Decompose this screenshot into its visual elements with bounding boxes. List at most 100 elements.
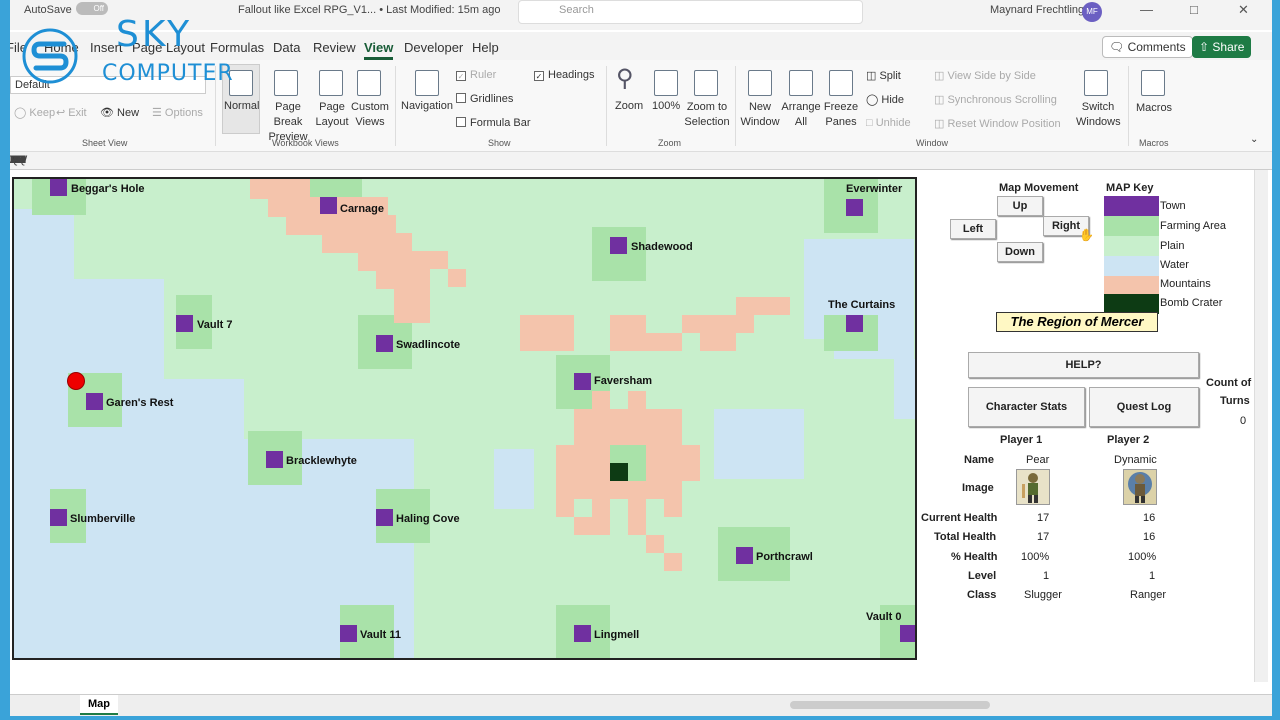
- town-marker[interactable]: [610, 237, 627, 254]
- terrain-tile: [286, 215, 396, 235]
- player2-class: Ranger: [1130, 589, 1167, 601]
- move-left-button[interactable]: Left: [950, 219, 996, 239]
- town-marker[interactable]: [376, 335, 393, 352]
- key-label-mountains: Mountains: [1160, 278, 1211, 290]
- arrange-all-label[interactable]: Arrange All: [781, 100, 821, 130]
- menu-help[interactable]: Help: [472, 40, 499, 55]
- move-up-button[interactable]: Up: [997, 196, 1043, 216]
- town-label: Faversham: [594, 375, 653, 387]
- terrain-tile: [714, 409, 804, 479]
- hand-cursor-icon: ✋: [1079, 228, 1094, 242]
- town-label: Carnage: [340, 203, 385, 215]
- navigation-label[interactable]: Navigation: [401, 100, 453, 112]
- switch-windows-icon[interactable]: [1084, 70, 1108, 96]
- town-marker[interactable]: [176, 315, 193, 332]
- town-marker[interactable]: [846, 315, 863, 332]
- terrain-tile: [376, 269, 430, 289]
- autosave-toggle[interactable]: Off: [72, 2, 108, 15]
- row-label-class: Class: [967, 589, 997, 601]
- town-marker[interactable]: [574, 625, 591, 642]
- vertical-scrollbar[interactable]: [1254, 170, 1268, 682]
- town-marker[interactable]: [50, 509, 67, 526]
- ruler-checkbox[interactable]: ✓ Ruler: [456, 69, 496, 81]
- town-marker[interactable]: [574, 373, 591, 390]
- town-marker[interactable]: [340, 625, 357, 642]
- synchronous-scrolling-button[interactable]: ◫ Synchronous Scrolling: [934, 93, 1057, 106]
- gridlines-checkbox[interactable]: Gridlines: [456, 93, 513, 105]
- menu-developer[interactable]: Developer: [404, 40, 463, 55]
- macros-icon[interactable]: [1141, 70, 1165, 96]
- key-swatch-farming: [1104, 216, 1159, 236]
- horizontal-scrollbar[interactable]: [790, 701, 990, 709]
- options-button[interactable]: ☰ Options: [152, 106, 203, 119]
- town-marker[interactable]: [86, 393, 103, 410]
- town-marker[interactable]: [846, 199, 863, 216]
- new-window-icon[interactable]: [748, 70, 772, 96]
- formula-bar-checkbox[interactable]: Formula Bar: [456, 117, 531, 129]
- player1-header: Player 1: [1000, 434, 1043, 446]
- share-button[interactable]: ⇧ Share: [1192, 36, 1252, 58]
- split-button[interactable]: ◫ Split: [866, 69, 901, 82]
- town-marker[interactable]: [320, 197, 337, 214]
- collapse-ribbon-icon[interactable]: ⌄: [1250, 134, 1258, 145]
- move-down-button[interactable]: Down: [997, 242, 1043, 262]
- player1-portrait: [1016, 469, 1050, 505]
- avatar[interactable]: MF: [1082, 2, 1102, 22]
- navigation-icon[interactable]: [415, 70, 439, 96]
- zoom-100-icon[interactable]: [654, 70, 678, 96]
- sheet-tab-map[interactable]: Map: [80, 695, 118, 715]
- zoom-100-label[interactable]: 100%: [652, 100, 680, 112]
- restore-icon[interactable]: □: [1190, 2, 1198, 17]
- zoom-selection-label[interactable]: Zoom to Selection: [684, 100, 730, 130]
- reset-window-button[interactable]: ◫ Reset Window Position: [934, 117, 1061, 130]
- freeze-panes-label[interactable]: Freeze Panes: [822, 100, 860, 130]
- zoom-label[interactable]: Zoom: [615, 100, 643, 112]
- town-marker[interactable]: [900, 625, 915, 642]
- custom-views-icon[interactable]: [357, 70, 381, 96]
- group-label-workbook-views: Workbook Views: [272, 138, 339, 148]
- terrain-tile: [664, 553, 682, 571]
- town-marker[interactable]: [50, 179, 67, 196]
- keep-button[interactable]: ◯ Keep: [14, 106, 55, 119]
- menu-view[interactable]: View: [364, 40, 394, 60]
- headings-checkbox[interactable]: ✓ Headings: [534, 69, 594, 81]
- close-icon[interactable]: ✕: [1238, 2, 1249, 18]
- unhide-button[interactable]: □ Unhide: [866, 117, 911, 129]
- town-label: Shadewood: [631, 241, 693, 253]
- town-marker[interactable]: [266, 451, 283, 468]
- quest-log-button[interactable]: Quest Log: [1089, 387, 1199, 427]
- minimize-icon[interactable]: —: [1140, 2, 1153, 17]
- zoom-selection-icon[interactable]: [694, 70, 718, 96]
- page-layout-icon[interactable]: [319, 70, 343, 96]
- town-marker[interactable]: [376, 509, 393, 526]
- zoom-icon[interactable]: ⚲: [616, 64, 634, 93]
- view-side-by-side-button[interactable]: ◫ View Side by Side: [934, 69, 1036, 82]
- hide-button[interactable]: ◯ Hide: [866, 93, 904, 106]
- user-name: Maynard Frechtling: [990, 4, 1085, 16]
- key-label-town: Town: [1160, 200, 1186, 212]
- column-header[interactable]: BE: [10, 154, 25, 166]
- exit-button[interactable]: ↩ Exit: [56, 106, 87, 119]
- freeze-panes-icon[interactable]: [829, 70, 853, 96]
- new-window-label[interactable]: New Window: [740, 100, 780, 130]
- key-swatch-town: [1104, 196, 1159, 216]
- switch-windows-label[interactable]: Switch Windows: [1076, 100, 1121, 130]
- group-label-sheet-view: Sheet View: [82, 138, 128, 148]
- key-label-water: Water: [1160, 259, 1189, 271]
- worksheet[interactable]: Beggar's Hole Carnage Shadewood Everwinter V…: [10, 170, 1272, 682]
- arrange-all-icon[interactable]: [789, 70, 813, 96]
- character-stats-button[interactable]: Character Stats: [968, 387, 1085, 427]
- menu-data[interactable]: Data: [273, 40, 300, 55]
- search-input[interactable]: Search: [518, 0, 863, 24]
- new-view-button[interactable]: 👁 New: [100, 106, 139, 119]
- page-break-icon[interactable]: [274, 70, 298, 96]
- ribbon-separator: [1128, 66, 1129, 146]
- menu-review[interactable]: Review: [313, 40, 356, 55]
- town-marker[interactable]: [736, 547, 753, 564]
- help-button[interactable]: HELP?: [968, 352, 1199, 378]
- game-map[interactable]: Beggar's Hole Carnage Shadewood Everwinter V…: [12, 177, 917, 660]
- comments-button[interactable]: 🗨 Comments: [1102, 36, 1193, 58]
- region-title: The Region of Mercer: [996, 312, 1158, 332]
- macros-label[interactable]: Macros: [1136, 102, 1172, 114]
- row-label-image: Image: [962, 482, 994, 494]
